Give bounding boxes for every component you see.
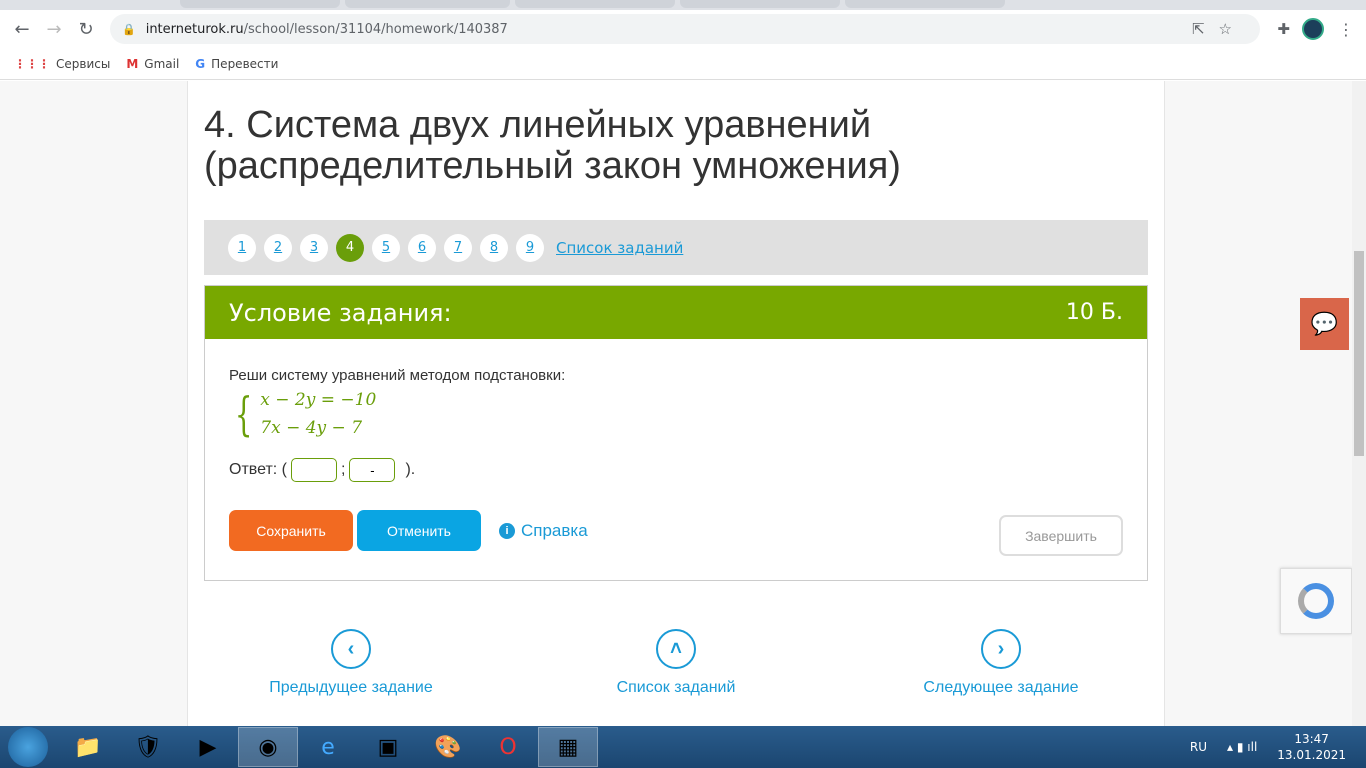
page-title: 4. Система двух линейных уравнений (расп… (204, 104, 901, 187)
address-bar[interactable]: 🔒 interneturok.ru/school/lesson/31104/ho… (110, 14, 1260, 44)
next-task-link[interactable]: › Следующее задание (916, 629, 1086, 697)
bookmark-apps[interactable]: ⋮⋮⋮ Сервисы (14, 57, 110, 71)
url-path: /school/lesson/31104/homework/140387 (243, 21, 508, 37)
answer-y-input[interactable] (349, 458, 396, 482)
back-icon[interactable]: ← (6, 19, 38, 40)
finish-button[interactable]: Завершить (999, 515, 1123, 556)
chevron-left-icon: ‹ (331, 629, 371, 669)
chrome-icon[interactable]: ◉ (238, 727, 298, 767)
apps-icon: ⋮⋮⋮ (14, 56, 50, 71)
pager-item[interactable]: 6 (408, 233, 436, 262)
task-pager: 1 2 3 4 5 6 7 8 9 Список заданий (204, 220, 1148, 275)
forward-icon[interactable]: → (38, 19, 70, 40)
info-icon: i (499, 522, 515, 539)
help-link[interactable]: i Справка (499, 521, 588, 541)
answer-x-input[interactable] (291, 458, 338, 482)
gmail-icon: M (126, 56, 139, 71)
tray-icons[interactable]: ▴ ▮ ıll (1227, 740, 1257, 754)
taskbar: 📁 🛡 ▶ ◉ e ▣ 🎨 O ▦ RU ▴ ▮ ıll 13:47 13.01.… (0, 726, 1366, 768)
equation: 7x − 4y − 7 (260, 418, 363, 438)
ie-icon[interactable]: e (298, 727, 358, 767)
answer-row: Ответ: ( ; ). (229, 458, 1123, 482)
equation-system: { x − 2y = −10 7x − 4y − 7 (229, 386, 1123, 442)
task-card: Условие задания: 10 Б. Реши систему уравн… (204, 285, 1148, 581)
translate-icon: G (195, 56, 206, 71)
task-header: Условие задания: 10 Б. (205, 286, 1147, 339)
pager-item[interactable]: 1 (228, 233, 256, 262)
save-button[interactable]: Сохранить (229, 510, 353, 551)
pager-item-active[interactable]: 4 (336, 233, 364, 262)
share-star-icons[interactable]: ⇱☆ (1192, 20, 1246, 38)
vpn-icon[interactable]: 🛡 (118, 727, 178, 767)
scrollbar[interactable] (1352, 81, 1366, 726)
opera-icon[interactable]: O (478, 727, 538, 767)
equation: x − 2y = −10 (260, 390, 377, 410)
pager-item[interactable]: 8 (480, 233, 508, 262)
pager-item[interactable]: 2 (264, 233, 292, 262)
cancel-button[interactable]: Отменить (357, 510, 481, 551)
browser-toolbar: ← → ↻ 🔒 interneturok.ru/school/lesson/31… (0, 10, 1366, 48)
scrollbar-thumb[interactable] (1354, 251, 1364, 456)
system-tray: RU ▴ ▮ ıll 13:47 13.01.2021 (1190, 731, 1346, 763)
explorer-icon[interactable]: 📁 (58, 727, 118, 767)
chevron-up-icon: ˄ (656, 629, 696, 669)
bookmark-translate[interactable]: G Перевести (195, 57, 278, 71)
task-header-title: Условие задания: (229, 298, 452, 327)
extensions-icon[interactable]: ✚ (1277, 20, 1290, 38)
chat-icon: 💬 (1310, 311, 1339, 337)
profile-avatar[interactable] (1302, 18, 1324, 40)
url-host: interneturok.ru (145, 21, 244, 37)
task-points: 10 Б. (1065, 300, 1123, 325)
brace: { (234, 387, 253, 441)
bookmarks-bar: ⋮⋮⋮ Сервисы M Gmail G Перевести (0, 48, 1366, 80)
answer-label: Ответ: ( (229, 461, 288, 478)
calculator-icon[interactable]: ▦ (538, 727, 598, 767)
pager-item[interactable]: 7 (444, 233, 472, 262)
chevron-right-icon: › (981, 629, 1021, 669)
recaptcha-badge[interactable] (1280, 568, 1352, 634)
content-column: 4. Система двух линейных уравнений (расп… (187, 81, 1165, 726)
menu-icon[interactable]: ⋮ (1338, 20, 1354, 39)
chat-button[interactable]: 💬 (1300, 298, 1349, 350)
lock-icon: 🔒 (122, 22, 136, 36)
answer-end: ). (405, 461, 416, 478)
language-indicator[interactable]: RU (1190, 740, 1207, 754)
answer-separator: ; (341, 461, 346, 478)
clock[interactable]: 13:47 13.01.2021 (1277, 731, 1346, 763)
reload-icon[interactable]: ↻ (70, 19, 102, 40)
bookmark-gmail[interactable]: M Gmail (126, 57, 179, 71)
video-icon[interactable]: ▣ (358, 727, 418, 767)
prev-task-link[interactable]: ‹ Предыдущее задание (266, 629, 436, 697)
paint-icon[interactable]: 🎨 (418, 727, 478, 767)
media-player-icon[interactable]: ▶ (178, 727, 238, 767)
task-list-link[interactable]: Список заданий (556, 239, 683, 257)
recaptcha-icon (1298, 583, 1334, 619)
pager-item[interactable]: 9 (516, 233, 544, 262)
page-viewport: 4. Система двух линейных уравнений (расп… (0, 81, 1352, 726)
start-button[interactable] (8, 727, 48, 767)
task-list-nav-link[interactable]: ˄ Список заданий (596, 629, 756, 697)
pager-item[interactable]: 5 (372, 233, 400, 262)
tab-strip (0, 0, 1366, 10)
task-prompt: Реши систему уравнений методом подстанов… (229, 367, 566, 384)
pager-item[interactable]: 3 (300, 233, 328, 262)
